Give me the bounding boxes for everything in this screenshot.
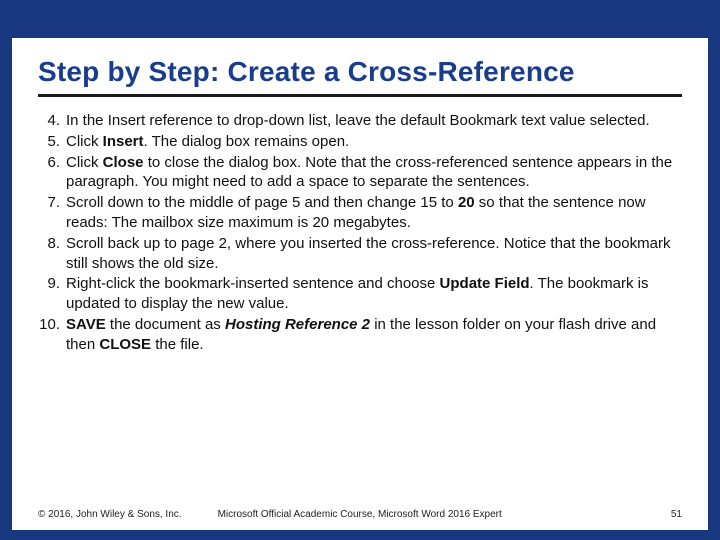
footer-page: 51 — [671, 509, 682, 520]
step-text: Right-click the bookmark-inserted senten… — [66, 274, 682, 314]
step-number: 4. — [38, 111, 66, 131]
step-item: 8.Scroll back up to page 2, where you in… — [38, 234, 682, 274]
step-text: Click Close to close the dialog box. Not… — [66, 153, 682, 193]
step-number: 5. — [38, 132, 66, 152]
step-list: 4.In the Insert reference to drop-down l… — [38, 111, 682, 497]
step-item: 5.Click Insert. The dialog box remains o… — [38, 132, 682, 152]
step-item: 7.Scroll down to the middle of page 5 an… — [38, 193, 682, 233]
slide: Step by Step: Create a Cross-Reference 4… — [0, 0, 720, 540]
step-text: SAVE the document as Hosting Reference 2… — [66, 315, 682, 355]
step-text: Scroll back up to page 2, where you inse… — [66, 234, 682, 274]
step-number: 7. — [38, 193, 66, 233]
step-item: 9.Right-click the bookmark-inserted sent… — [38, 274, 682, 314]
slide-content: Step by Step: Create a Cross-Reference 4… — [12, 38, 708, 530]
footer-copyright: © 2016, John Wiley & Sons, Inc. — [38, 509, 182, 520]
step-item: 6.Click Close to close the dialog box. N… — [38, 153, 682, 193]
step-item: 10.SAVE the document as Hosting Referenc… — [38, 315, 682, 355]
step-number: 9. — [38, 274, 66, 314]
step-number: 6. — [38, 153, 66, 193]
footer-course: Microsoft Official Academic Course, Micr… — [218, 509, 671, 520]
step-number: 10. — [38, 315, 66, 355]
step-number: 8. — [38, 234, 66, 274]
step-text: Scroll down to the middle of page 5 and … — [66, 193, 682, 233]
step-text: Click Insert. The dialog box remains ope… — [66, 132, 682, 152]
footer: © 2016, John Wiley & Sons, Inc. Microsof… — [38, 497, 682, 520]
slide-title: Step by Step: Create a Cross-Reference — [38, 56, 682, 97]
step-item: 4.In the Insert reference to drop-down l… — [38, 111, 682, 131]
step-text: In the Insert reference to drop-down lis… — [66, 111, 682, 131]
